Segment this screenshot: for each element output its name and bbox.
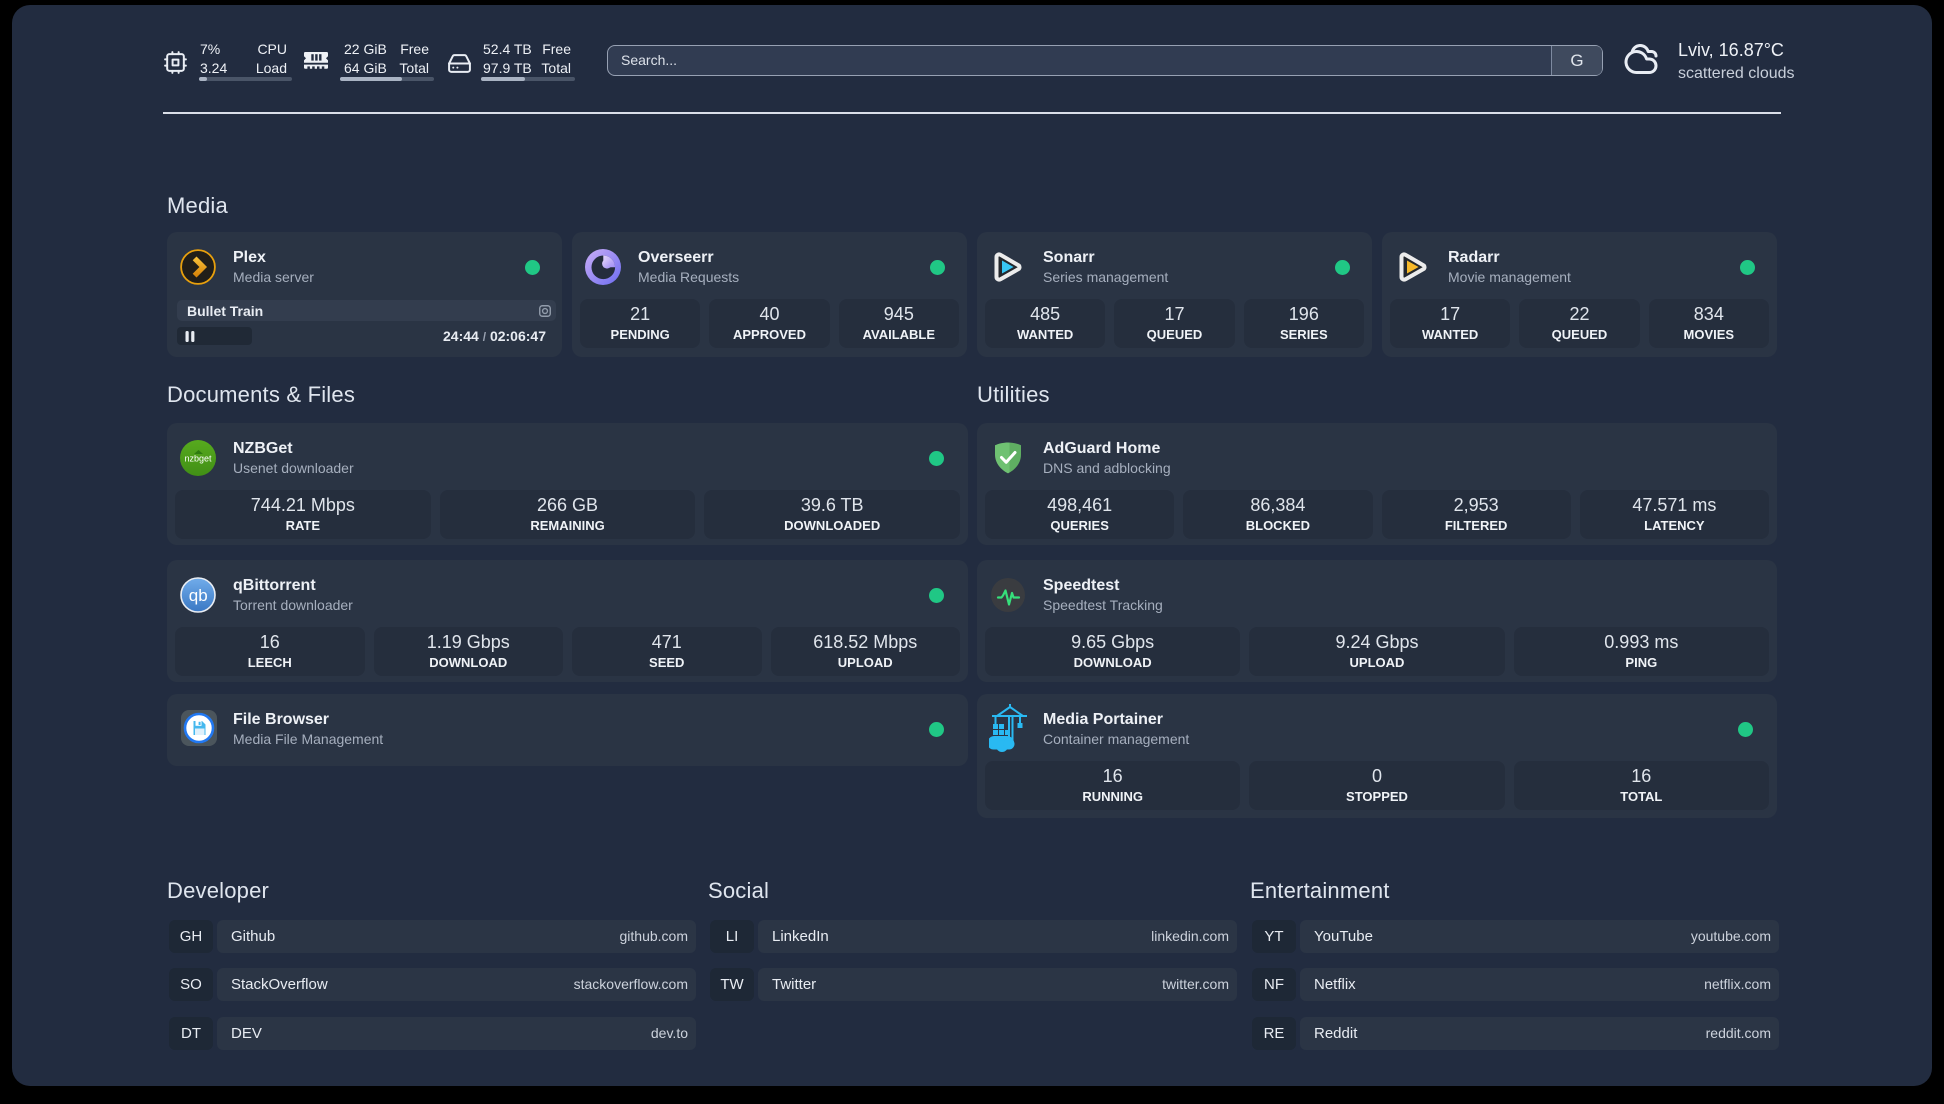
svg-text:nzbget: nzbget [184, 454, 212, 464]
svg-text:qb: qb [189, 586, 208, 605]
